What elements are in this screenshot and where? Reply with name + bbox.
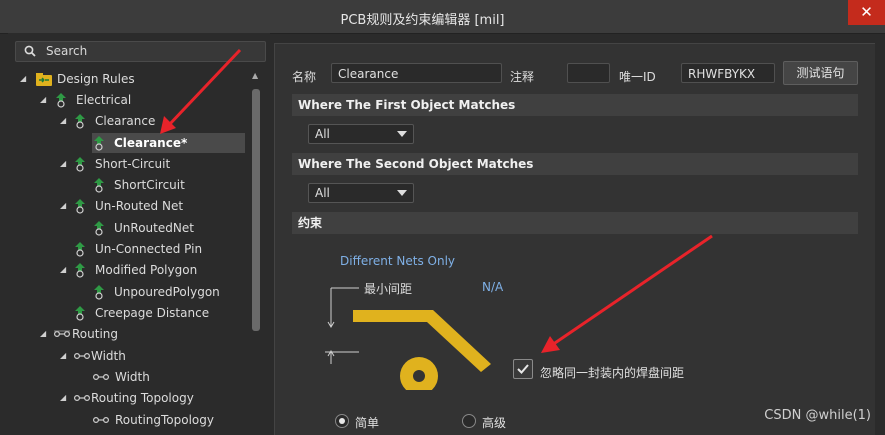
expand-arrow-icon[interactable]: ◢ — [60, 202, 68, 210]
mode-advanced-label: 高级 — [482, 416, 507, 430]
second-object-select[interactable]: All — [308, 183, 414, 203]
routing-rule-type-icon — [73, 352, 91, 360]
tree-item-label: Design Rules — [57, 72, 135, 86]
scrollbar-thumb[interactable] — [252, 89, 260, 331]
tree-item-routing-topology[interactable]: ◢ Routing Topology — [60, 388, 248, 408]
ignore-pad-label: 忽略同一封装内的焊盘间距 — [540, 366, 685, 380]
search-input[interactable]: Search — [15, 41, 266, 62]
expand-arrow-icon[interactable]: ◢ — [60, 394, 68, 402]
mode-simple-label: 简单 — [355, 416, 380, 430]
name-label: 名称 — [292, 70, 317, 84]
tree-item-clearance-rule-selected[interactable]: Clearance* — [92, 133, 245, 153]
expand-arrow-icon[interactable]: ◢ — [60, 352, 68, 360]
tree-item-label: Clearance* — [114, 136, 188, 150]
tree-item-width-rule[interactable]: Width — [92, 367, 248, 387]
chevron-down-icon — [397, 190, 407, 196]
tree-item-routing[interactable]: ◢ Routing — [40, 324, 248, 344]
rule-icon — [94, 221, 104, 236]
tree-item-shortcircuit-rule[interactable]: ShortCircuit — [92, 175, 248, 195]
rule-type-icon — [75, 114, 85, 129]
rule-type-icon — [75, 306, 85, 321]
watermark: CSDN @while(1) — [764, 408, 871, 423]
tree-item-clearance[interactable]: ◢ Clearance — [60, 111, 248, 131]
comment-input[interactable] — [567, 63, 610, 83]
rule-type-icon — [75, 199, 85, 214]
rule-type-icon — [75, 157, 85, 172]
tree-item-label: Width — [91, 349, 126, 363]
tree-item-label: UnRoutedNet — [114, 221, 194, 235]
rules-tree: ◢ Design Rules ◢ Electrical ◢ Clearance … — [8, 69, 248, 434]
tree-item-label: Un-Connected Pin — [95, 242, 203, 256]
clearance-diagram — [325, 287, 491, 390]
title-bar: PCB规则及约束编辑器 [mil] ✕ — [0, 0, 885, 34]
tree-item-electrical[interactable]: ◢ Electrical — [40, 90, 248, 110]
tree-item-label: Modified Polygon — [95, 263, 198, 277]
mode-simple-radio[interactable] — [335, 414, 349, 428]
search-icon — [24, 45, 36, 57]
tree-item-modified-polygon[interactable]: ◢ Modified Polygon — [60, 260, 248, 280]
chevron-down-icon — [397, 131, 407, 137]
comment-label: 注释 — [510, 70, 535, 84]
tree-item-label: Clearance — [95, 114, 156, 128]
rule-type-icon — [75, 242, 85, 257]
constraints-header: 约束 — [292, 212, 858, 234]
tree-item-label: Un-Routed Net — [95, 199, 184, 213]
routing-icon — [53, 330, 71, 338]
tree-item-label: Electrical — [76, 93, 132, 107]
tree-item-routingtopology-rule[interactable]: RoutingTopology — [92, 410, 248, 430]
tree-item-un-connected-pin[interactable]: Un-Connected Pin — [73, 239, 248, 259]
design-rules-icon — [36, 73, 52, 86]
tree-item-short-circuit[interactable]: ◢ Short-Circuit — [60, 154, 248, 174]
ignore-pad-checkbox[interactable] — [513, 359, 533, 379]
tree-item-label: Routing Topology — [91, 391, 194, 405]
tree-item-label: Creepage Distance — [95, 306, 210, 320]
rule-category-icon — [56, 93, 66, 108]
tree-item-design-rules[interactable]: ◢ Design Rules — [20, 69, 248, 89]
second-object-selected: All — [315, 186, 330, 200]
close-button[interactable]: ✕ — [848, 0, 885, 25]
first-object-select[interactable]: All — [308, 124, 414, 144]
tree-scrollbar[interactable]: ▲ — [251, 69, 261, 431]
test-query-button[interactable]: 测试语句 — [783, 61, 858, 85]
checkmark-icon — [517, 364, 529, 374]
expand-arrow-icon[interactable]: ◢ — [40, 96, 48, 104]
scroll-up-icon[interactable]: ▲ — [252, 71, 258, 80]
rule-type-icon — [75, 263, 85, 278]
tree-item-creepage-distance[interactable]: Creepage Distance — [73, 303, 248, 323]
different-nets-link[interactable]: Different Nets Only — [340, 254, 455, 268]
first-object-selected: All — [315, 127, 330, 141]
routing-rule-type-icon — [73, 394, 91, 402]
tree-item-un-routed-net[interactable]: ◢ Un-Routed Net — [60, 196, 248, 216]
rule-editor-panel: 名称 Clearance 注释 唯一ID RHWFBYKX 测试语句 Where… — [274, 43, 875, 435]
tree-item-unroutednet-rule[interactable]: UnRoutedNet — [92, 218, 248, 238]
dimension-lines — [325, 287, 359, 364]
window-title: PCB规则及约束编辑器 [mil] — [340, 13, 505, 28]
unique-id-input[interactable]: RHWFBYKX — [681, 63, 775, 83]
second-object-header: Where The Second Object Matches — [292, 153, 858, 175]
tree-item-label: Short-Circuit — [95, 157, 171, 171]
tree-item-unpouredpolygon-rule[interactable]: UnpouredPolygon — [92, 282, 248, 302]
tree-item-label: ShortCircuit — [114, 178, 185, 192]
rule-name-input[interactable]: Clearance — [331, 63, 502, 83]
first-object-header: Where The First Object Matches — [292, 94, 858, 116]
routing-rule-icon — [92, 373, 110, 381]
rules-tree-panel: Search ◢ Design Rules ◢ Electrical ◢ Cle… — [8, 33, 270, 434]
unique-id-label: 唯一ID — [619, 70, 656, 84]
rule-icon — [94, 178, 104, 193]
tree-item-label: RoutingTopology — [115, 413, 214, 427]
rule-icon — [94, 136, 104, 151]
expand-arrow-icon[interactable]: ◢ — [40, 330, 48, 338]
tree-item-label: UnpouredPolygon — [114, 285, 220, 299]
search-placeholder: Search — [46, 44, 88, 58]
expand-arrow-icon[interactable]: ◢ — [20, 75, 28, 83]
tree-item-label: Routing — [72, 327, 119, 341]
expand-arrow-icon[interactable]: ◢ — [60, 266, 68, 274]
tree-item-width[interactable]: ◢ Width — [60, 346, 248, 366]
expand-arrow-icon[interactable]: ◢ — [60, 160, 68, 168]
tree-item-label: Width — [115, 370, 150, 384]
mode-advanced-radio[interactable] — [462, 414, 476, 428]
expand-arrow-icon[interactable]: ◢ — [60, 117, 68, 125]
routing-rule-icon — [92, 416, 110, 424]
rule-icon — [94, 285, 104, 300]
